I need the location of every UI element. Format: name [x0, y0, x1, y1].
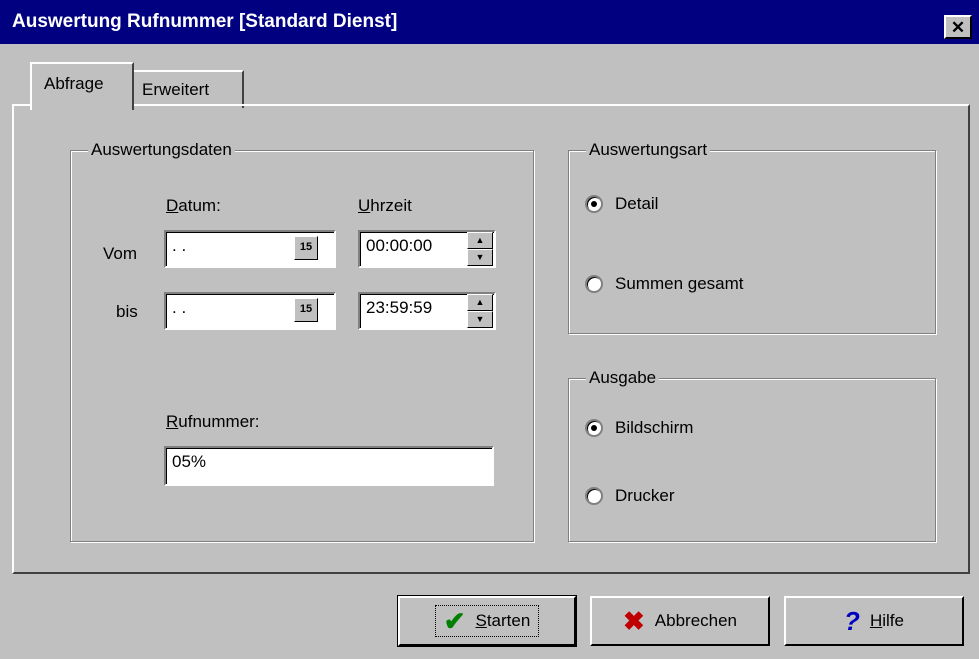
abbrechen-button[interactable]: ✖ Abbrechen — [590, 596, 770, 646]
auswertungsart-group — [568, 150, 936, 334]
abbrechen-label: Abbrechen — [654, 611, 738, 630]
rufnummer-input[interactable]: 05% — [164, 446, 494, 486]
close-button[interactable]: ✕ — [944, 15, 972, 39]
radio-detail-indicator[interactable] — [585, 195, 603, 213]
check-icon: ✔ — [443, 606, 466, 636]
vom-time-spinner[interactable]: ▲ ▼ — [467, 232, 493, 266]
hilfe-button[interactable]: ? Hilfe — [784, 596, 964, 646]
radio-drucker-label: Drucker — [615, 486, 675, 505]
radio-summen-gesamt[interactable]: Summen gesamt — [585, 274, 744, 294]
radio-detail[interactable]: Detail — [585, 194, 658, 214]
spin-up-icon[interactable]: ▲ — [467, 232, 493, 249]
x-icon: ✖ — [622, 606, 645, 636]
window-title: Auswertung Rufnummer [Standard Dienst] — [12, 11, 398, 32]
radio-bildschirm-label: Bildschirm — [615, 418, 694, 437]
vom-calendar-button[interactable]: 15 — [294, 236, 318, 260]
vom-date-value: . . — [172, 236, 187, 255]
radio-summen-label: Summen gesamt — [615, 274, 744, 293]
vom-time-value: 00:00:00 — [366, 236, 433, 255]
radio-bildschirm[interactable]: Bildschirm — [585, 418, 693, 438]
calendar-icon: 15 — [299, 241, 313, 253]
starten-button[interactable]: ✔ Starten — [397, 595, 577, 647]
question-icon: ? — [844, 606, 860, 636]
ausgabe-legend: Ausgabe — [586, 368, 660, 388]
vom-label: Vom — [103, 244, 138, 263]
tab-erweitert[interactable]: Erweitert — [134, 70, 244, 108]
rufnummer-value: 05% — [172, 452, 207, 471]
bis-label: bis — [116, 302, 138, 321]
spin-up-icon[interactable]: ▲ — [467, 294, 493, 311]
bis-time-value: 23:59:59 — [366, 298, 433, 317]
auswertungsdaten-legend: Auswertungsdaten — [88, 140, 235, 160]
bis-time-spinner[interactable]: ▲ ▼ — [467, 294, 493, 328]
bis-date-value: . . — [172, 298, 187, 317]
spin-down-icon[interactable]: ▼ — [467, 249, 493, 266]
radio-detail-label: Detail — [615, 194, 659, 213]
tab-abfrage[interactable]: Abfrage — [30, 62, 134, 110]
tab-erweitert-label: Erweitert — [142, 80, 210, 99]
tab-abfrage-label: Abfrage — [44, 74, 104, 93]
radio-summen-indicator[interactable] — [585, 275, 603, 293]
hilfe-label: Hilfe — [869, 611, 904, 630]
rufnummer-label: Rufnummer: — [166, 412, 260, 431]
radio-drucker[interactable]: Drucker — [585, 486, 675, 506]
radio-bildschirm-indicator[interactable] — [585, 419, 603, 437]
uhrzeit-label: Uhrzeit — [358, 196, 412, 215]
bis-calendar-button[interactable]: 15 — [294, 298, 318, 322]
close-icon: ✕ — [950, 17, 966, 37]
spin-down-icon[interactable]: ▼ — [467, 311, 493, 328]
calendar-icon: 15 — [299, 303, 313, 315]
ausgabe-group — [568, 378, 936, 542]
datum-label: Datum: — [166, 196, 221, 215]
radio-drucker-indicator[interactable] — [585, 487, 603, 505]
auswertungsart-legend: Auswertungsart — [586, 140, 711, 160]
starten-label: Starten — [475, 611, 531, 630]
